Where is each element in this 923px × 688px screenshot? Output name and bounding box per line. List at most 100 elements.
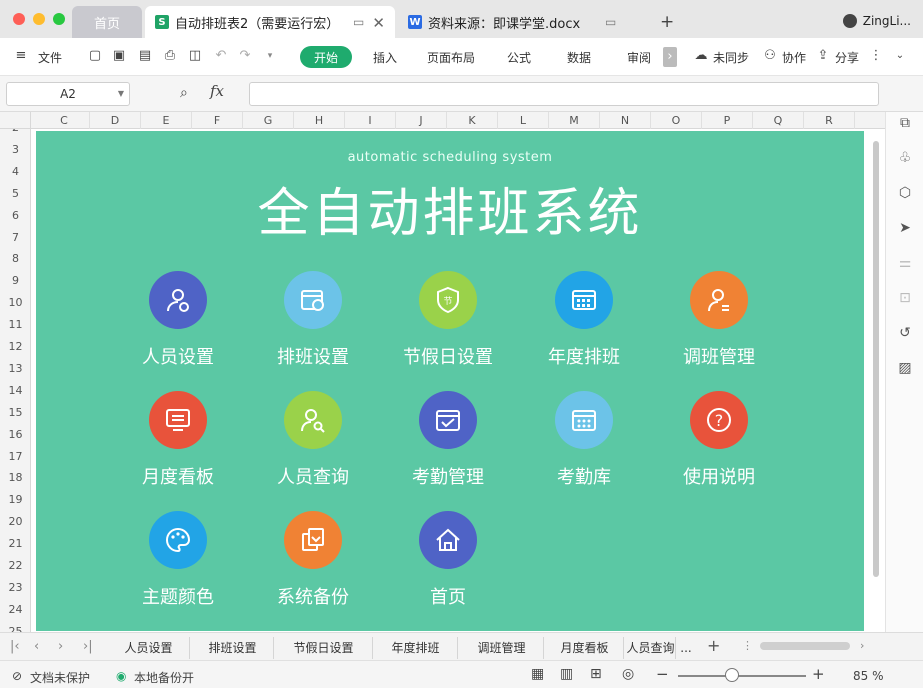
dashboard-item-label[interactable]: 系统备份: [253, 583, 373, 609]
menu-page-layout[interactable]: 页面布局: [427, 49, 475, 66]
maximize-window-button[interactable]: [53, 13, 65, 25]
row-header[interactable]: 17: [0, 446, 30, 468]
name-box[interactable]: A2 ▼: [6, 82, 130, 106]
dashboard-item-label[interactable]: 节假日设置: [388, 343, 508, 369]
sheet-tab[interactable]: 节假日设置: [275, 637, 373, 659]
dashboard-item[interactable]: 系统备份: [253, 511, 373, 621]
dashboard-item[interactable]: 调班管理: [659, 271, 779, 381]
collapse-ribbon-icon[interactable]: ⌄: [893, 49, 907, 63]
sheet-tab[interactable]: 排班设置: [192, 637, 274, 659]
backup-icon[interactable]: [284, 511, 342, 569]
more-sheets[interactable]: ...: [678, 637, 694, 659]
sheet-tab[interactable]: 月度看板: [546, 637, 624, 659]
dashboard-item-label[interactable]: 人员设置: [118, 343, 238, 369]
dashboard-item-label[interactable]: 月度看板: [118, 463, 238, 489]
calendar-clock-icon[interactable]: [284, 271, 342, 329]
print-icon[interactable]: ⎙: [163, 49, 177, 63]
row-header[interactable]: 14: [0, 380, 30, 402]
row-header[interactable]: 22: [0, 555, 30, 577]
next-sheet-icon[interactable]: ›: [58, 639, 63, 654]
fill-icon[interactable]: ♧: [897, 150, 913, 166]
select-all-corner[interactable]: [0, 112, 31, 129]
row-header[interactable]: 7: [0, 227, 30, 249]
last-sheet-icon[interactable]: ›|: [83, 639, 93, 654]
row-header[interactable]: 24: [0, 599, 30, 621]
column-header[interactable]: D: [90, 112, 141, 129]
new-tab-button[interactable]: +: [660, 12, 674, 32]
zoom-out-button[interactable]: −: [656, 665, 669, 683]
menu-insert[interactable]: 插入: [373, 49, 397, 66]
user-search-icon[interactable]: [284, 391, 342, 449]
dashboard-item-label[interactable]: 考勤库: [524, 463, 644, 489]
scroll-left-icon[interactable]: ⋮: [742, 639, 753, 652]
column-header[interactable]: N: [600, 112, 651, 129]
minimize-window-button[interactable]: [33, 13, 45, 25]
user-gear-icon[interactable]: [149, 271, 207, 329]
hamburger-menu-icon[interactable]: ≡: [14, 49, 28, 63]
palette-icon[interactable]: [149, 511, 207, 569]
adjust-icon[interactable]: ⚌: [897, 255, 913, 271]
row-header[interactable]: 9: [0, 270, 30, 292]
row-header[interactable]: 11: [0, 314, 30, 336]
column-header[interactable]: J: [396, 112, 447, 129]
menu-data[interactable]: 数据: [567, 49, 591, 66]
redo-icon[interactable]: ↷: [238, 49, 252, 63]
cursor-icon[interactable]: ➤: [897, 220, 913, 236]
print-preview-icon[interactable]: ◫: [188, 49, 202, 63]
open-folder-icon[interactable]: ▢: [88, 49, 102, 63]
dashboard-item-label[interactable]: 调班管理: [659, 343, 779, 369]
sheet-tab[interactable]: 年度排班: [374, 637, 458, 659]
monitor-icon[interactable]: ▭: [353, 15, 364, 29]
column-header[interactable]: P: [702, 112, 753, 129]
row-header[interactable]: 2: [0, 129, 30, 139]
function-icon[interactable]: fx: [210, 82, 224, 100]
dashboard-item-label[interactable]: 考勤管理: [388, 463, 508, 489]
column-header[interactable]: Q: [753, 112, 804, 129]
collaborate-button[interactable]: 协作: [782, 49, 806, 66]
row-header[interactable]: 3: [0, 139, 30, 161]
zoom-search-icon[interactable]: ⌕: [180, 85, 188, 101]
share-icon[interactable]: ⇪: [816, 49, 830, 63]
dashboard-item[interactable]: 考勤库: [524, 391, 644, 501]
shape-icon[interactable]: ⬡: [897, 185, 913, 201]
dashboard-item-label[interactable]: 首页: [388, 583, 508, 609]
column-header[interactable]: I: [345, 112, 396, 129]
column-header[interactable]: E: [141, 112, 192, 129]
formula-input[interactable]: [249, 82, 879, 106]
column-header[interactable]: F: [192, 112, 243, 129]
home-icon[interactable]: [419, 511, 477, 569]
share-button[interactable]: 分享: [835, 49, 859, 66]
calendar-hearts-icon[interactable]: [555, 391, 613, 449]
row-header[interactable]: 25: [0, 621, 30, 632]
zoom-slider[interactable]: [678, 675, 806, 677]
row-header[interactable]: 8: [0, 248, 30, 270]
sync-status[interactable]: 未同步: [713, 49, 749, 66]
column-header[interactable]: G: [243, 112, 294, 129]
calendar-grid-icon[interactable]: [555, 271, 613, 329]
dashboard-item-label[interactable]: 年度排班: [524, 343, 644, 369]
sheet-area[interactable]: automatic scheduling system 全自动排班系统 人员设置…: [31, 129, 885, 632]
dashboard-item-label[interactable]: 人员查询: [253, 463, 373, 489]
sheet-tab[interactable]: 调班管理: [460, 637, 544, 659]
sheet-tab[interactable]: 人员查询: [626, 637, 676, 659]
save-icon[interactable]: ▣: [112, 49, 126, 63]
row-header[interactable]: 6: [0, 205, 30, 227]
column-header[interactable]: C: [39, 112, 90, 129]
column-header[interactable]: O: [651, 112, 702, 129]
column-header[interactable]: K: [447, 112, 498, 129]
monitor-icon[interactable]: ▭: [605, 15, 616, 29]
eye-protect-icon[interactable]: ◎: [622, 666, 634, 682]
page-layout-view-icon[interactable]: ▥: [560, 666, 573, 682]
dashboard-item[interactable]: 人员查询: [253, 391, 373, 501]
scroll-right-icon[interactable]: ›: [860, 639, 864, 652]
row-header[interactable]: 20: [0, 511, 30, 533]
undo-icon[interactable]: ↶: [214, 49, 228, 63]
close-window-button[interactable]: [13, 13, 25, 25]
column-header[interactable]: R: [804, 112, 855, 129]
vertical-scrollbar[interactable]: [873, 141, 879, 577]
page-break-view-icon[interactable]: ⊞: [590, 666, 602, 682]
column-header[interactable]: M: [549, 112, 600, 129]
collaborate-icon[interactable]: ⚇: [763, 49, 777, 63]
tab-spreadsheet[interactable]: S 自动排班表2（需要运行宏） ▭ ✕: [145, 6, 395, 38]
dashboard-item[interactable]: 人员设置: [118, 271, 238, 381]
